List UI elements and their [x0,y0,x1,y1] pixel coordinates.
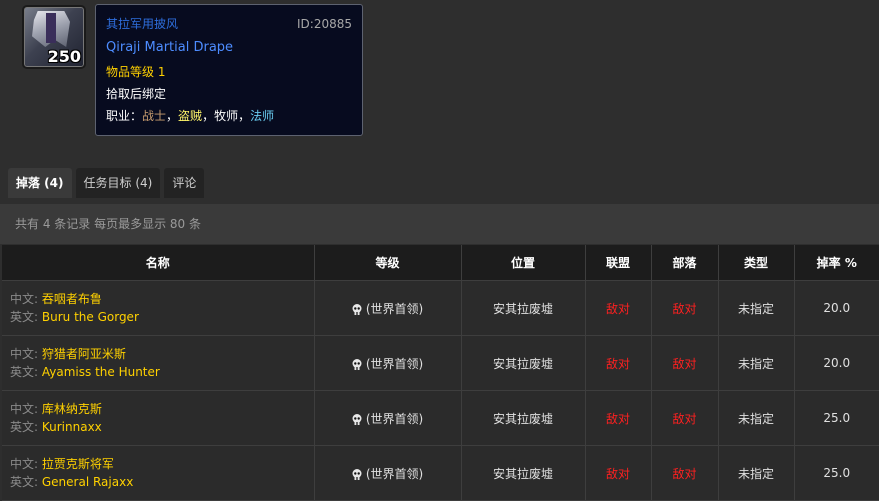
item-en-name: Qiraji Martial Drape [106,40,234,55]
en-label: 英文: [10,475,39,489]
drop-rate: 25.0 [794,390,879,446]
item-stack-count: 250 [47,47,81,66]
class-separator: ， [238,109,251,123]
tab-drops[interactable]: 掉落 (4) [8,168,72,198]
class-separator: ， [202,109,215,123]
npc-level: (世界首领) [365,411,424,426]
col-header-alliance[interactable]: 联盟 [585,245,652,281]
en-label: 英文: [10,420,39,434]
item-icon[interactable]: 250 [22,5,86,69]
table-row[interactable]: 中文: 狩猎者阿亚米斯 英文: Ayamiss the Hunter (世界首领… [2,335,879,391]
cn-label: 中文: [10,292,39,306]
record-count-info: 共有 4 条记录 每页最多显示 80 条 [0,204,879,244]
npc-level: (世界首领) [365,356,424,371]
npc-cn-name[interactable]: 吞咽者布鲁 [42,292,102,306]
npc-location[interactable]: 安其拉废墟 [461,280,586,336]
drop-rate: 20.0 [794,335,879,391]
npc-cn-name[interactable]: 库林纳克斯 [42,402,102,416]
cn-label: 中文: [10,457,39,471]
skull-icon [352,303,362,315]
en-label: 英文: [10,310,39,324]
table-row[interactable]: 中文: 库林纳克斯 英文: Kurinnaxx (世界首领) 安其拉废墟 敌对 … [2,390,879,446]
cape-stripe [46,13,56,43]
npc-cn-name[interactable]: 拉贾克斯将军 [42,457,114,471]
table-header-row: 名称 等级 位置 联盟 部落 类型 掉率 % [2,245,879,281]
drop-rate: 20.0 [794,280,879,336]
skull-icon [352,413,362,425]
alliance-reaction: 敌对 [585,445,652,501]
class-rogue: 盗贼 [178,109,203,123]
npc-location[interactable]: 安其拉废墟 [461,445,586,501]
drop-rate: 25.0 [794,445,879,501]
item-tooltip: 其拉军用披风 ID:20885 Qiraji Martial Drape 物品等… [95,4,363,136]
npc-name-cell: 中文: 库林纳克斯 英文: Kurinnaxx [2,390,315,446]
npc-level-cell: (世界首领) [314,445,462,501]
cn-label: 中文: [10,347,39,361]
npc-level-cell: (世界首领) [314,390,462,446]
alliance-reaction: 敌对 [585,335,652,391]
alliance-reaction: 敌对 [585,280,652,336]
cn-label: 中文: [10,402,39,416]
horde-reaction: 敌对 [651,280,719,336]
horde-reaction: 敌对 [651,335,719,391]
col-header-location[interactable]: 位置 [461,245,586,281]
npc-level: (世界首领) [365,466,424,481]
item-level: 物品等级 1 [106,65,166,79]
npc-type: 未指定 [718,335,795,391]
item-binding: 拾取后绑定 [106,87,167,101]
npc-level-cell: (世界首领) [314,335,462,391]
classes-label: 职业： [106,109,143,123]
npc-en-name[interactable]: Ayamiss the Hunter [42,365,160,379]
npc-name-cell: 中文: 拉贾克斯将军 英文: General Rajaxx [2,445,315,501]
npc-en-name[interactable]: Kurinnaxx [42,420,102,434]
npc-location[interactable]: 安其拉废墟 [461,390,586,446]
drop-table: 名称 等级 位置 联盟 部落 类型 掉率 % 中文: 吞咽者布鲁 英文: Bur… [2,245,879,501]
alliance-reaction: 敌对 [585,390,652,446]
class-warrior: 战士 [142,109,167,123]
npc-cn-name[interactable]: 狩猎者阿亚米斯 [42,347,126,361]
npc-name-cell: 中文: 吞咽者布鲁 英文: Buru the Gorger [2,280,315,336]
npc-location[interactable]: 安其拉废墟 [461,335,586,391]
table-row[interactable]: 中文: 吞咽者布鲁 英文: Buru the Gorger (世界首领) 安其拉… [2,280,879,336]
npc-name-cell: 中文: 狩猎者阿亚米斯 英文: Ayamiss the Hunter [2,335,315,391]
npc-type: 未指定 [718,280,795,336]
npc-type: 未指定 [718,445,795,501]
col-header-name[interactable]: 名称 [2,245,315,281]
en-label: 英文: [10,365,39,379]
item-classes: 职业：战士，盗贼，牧师，法师 [106,105,352,127]
table-row[interactable]: 中文: 拉贾克斯将军 英文: General Rajaxx (世界首领) 安其拉… [2,445,879,501]
npc-level: (世界首领) [365,301,424,316]
horde-reaction: 敌对 [651,390,719,446]
col-header-level[interactable]: 等级 [314,245,462,281]
item-id: ID:20885 [297,17,352,31]
npc-en-name[interactable]: Buru the Gorger [42,310,139,324]
class-priest: 牧师 [214,109,239,123]
horde-reaction: 敌对 [651,445,719,501]
skull-icon [352,358,362,370]
col-header-drop-rate[interactable]: 掉率 % [794,245,879,281]
tab-comments[interactable]: 评论 [164,168,205,198]
npc-type: 未指定 [718,390,795,446]
col-header-horde[interactable]: 部落 [651,245,719,281]
skull-icon [352,468,362,480]
npc-en-name[interactable]: General Rajaxx [42,475,133,489]
tab-bar: 掉落 (4) 任务目标 (4) 评论 [8,168,205,198]
class-mage: 法师 [250,109,275,123]
class-separator: ， [166,109,179,123]
tab-quest-objectives[interactable]: 任务目标 (4) [75,168,161,198]
npc-level-cell: (世界首领) [314,280,462,336]
col-header-type[interactable]: 类型 [718,245,795,281]
